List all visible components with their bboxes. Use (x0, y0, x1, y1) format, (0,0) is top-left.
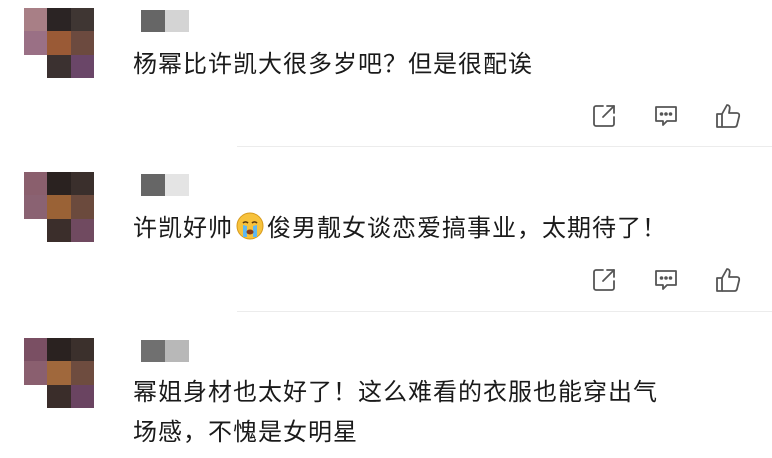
thumbs-up-icon[interactable] (712, 264, 744, 296)
comment-text-line-2: 场感，不愧是女明星 (133, 418, 358, 446)
divider (237, 311, 772, 312)
comment-text-line-1: 幂姐身材也太好了！这么难看的衣服也能穿出气 (133, 378, 658, 406)
share-icon[interactable] (588, 264, 620, 296)
comment-text-part-1: 许凯好帅 (133, 214, 233, 242)
comment-text: 幂姐身材也太好了！这么难看的衣服也能穿出气 场感，不愧是女明星 (133, 372, 736, 452)
username-redacted[interactable] (141, 174, 189, 196)
username-redacted[interactable] (141, 340, 189, 362)
share-icon[interactable] (588, 100, 620, 132)
thumbs-up-icon[interactable] (712, 100, 744, 132)
avatar[interactable] (24, 8, 94, 78)
avatar[interactable] (24, 172, 94, 242)
comment-text: 杨幂比许凯大很多岁吧？但是很配诶 (133, 50, 533, 78)
comment-icon[interactable] (650, 100, 682, 132)
comment-text: 许凯好帅 俊男靓女谈恋爱搞事业，太期待了！ (133, 208, 736, 253)
comment-text-part-2: 俊男靓女谈恋爱搞事业，太期待了！ (267, 214, 667, 242)
divider (237, 146, 772, 147)
username-redacted[interactable] (141, 10, 189, 32)
comment-actions (588, 100, 744, 132)
comment-actions (588, 264, 744, 296)
crying-face-emoji (235, 211, 265, 253)
avatar[interactable] (24, 338, 94, 408)
comment-icon[interactable] (650, 264, 682, 296)
